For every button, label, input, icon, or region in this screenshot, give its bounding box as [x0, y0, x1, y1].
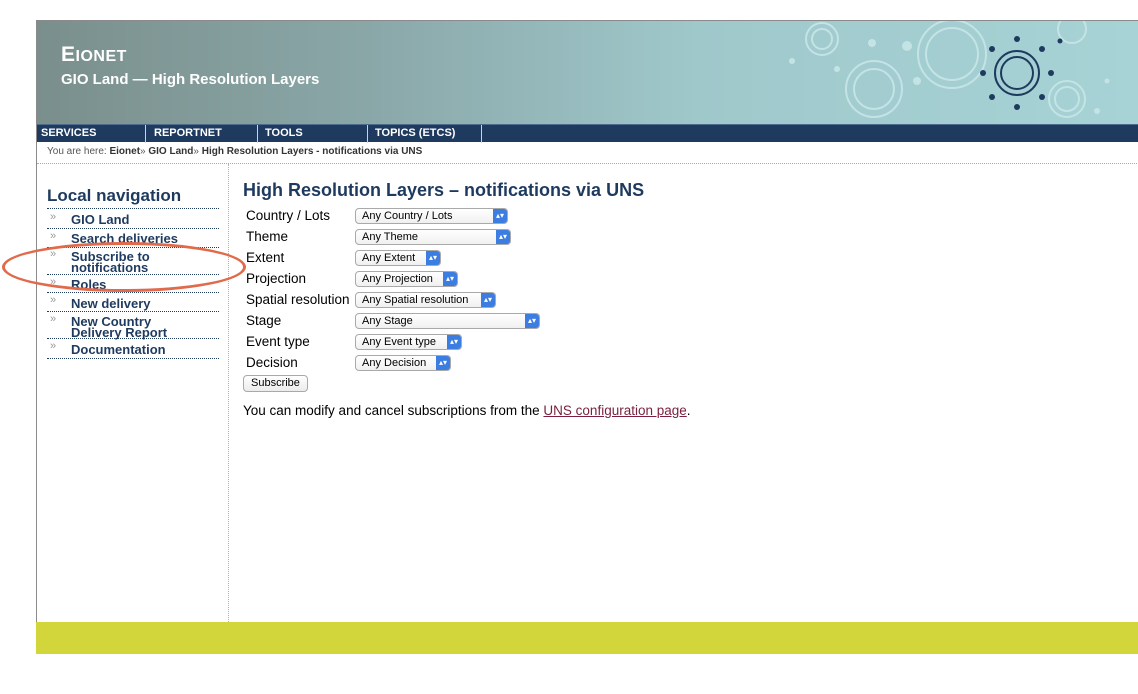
site-name-rest: IONET [75, 48, 127, 65]
chevron-updown-icon: ▴▾ [447, 335, 461, 349]
spatial-resolution-select[interactable]: Any Spatial resolution ▴▾ [355, 292, 496, 308]
breadcrumb-eionet[interactable]: Eionet [109, 146, 140, 157]
footer-bar [36, 622, 1138, 654]
select-value: Any Projection [362, 273, 433, 285]
select-value: Any Spatial resolution [362, 294, 469, 306]
event-type-select[interactable]: Any Event type ▴▾ [355, 334, 462, 350]
topnav-tools[interactable]: TOOLS [260, 125, 368, 143]
breadcrumb-separator: » [140, 146, 146, 157]
extent-label: Extent [246, 250, 285, 265]
local-navigation-title: Local navigation [47, 186, 182, 205]
left-column: Local navigation » GIO Land » Search del… [37, 164, 229, 624]
chevron-updown-icon: ▴▾ [481, 293, 495, 307]
select-value: Any Country / Lots [362, 210, 453, 222]
nav-item-label: Documentation [71, 342, 166, 357]
chevron-updown-icon: ▴▾ [493, 209, 507, 223]
theme-select[interactable]: Any Theme ▴▾ [355, 229, 511, 245]
site-name-initial: E [61, 43, 76, 66]
select-value: Any Event type [362, 336, 436, 348]
page-title: High Resolution Layers – notifications v… [243, 180, 645, 200]
breadcrumb: You are here: Eionet» GIO Land» High Res… [47, 146, 422, 157]
subscribe-button[interactable]: Subscribe [243, 375, 308, 392]
uns-configuration-link[interactable]: UNS configuration page [543, 403, 686, 418]
chevron-updown-icon: ▴▾ [436, 356, 450, 370]
select-value: Any Extent [362, 252, 416, 264]
event-type-label: Event type [246, 334, 310, 349]
banner-decoration-circles [789, 21, 1110, 118]
chevron-updown-icon: ▴▾ [525, 314, 539, 328]
top-navigation-bar: SERVICES REPORTNET TOOLS TOPICS (ETCS) [37, 124, 1138, 143]
topnav-reportnet[interactable]: REPORTNET [148, 125, 258, 143]
arrow-icon: » [50, 211, 57, 223]
nav-item-gio-land[interactable]: » GIO Land [47, 211, 219, 229]
select-value: Any Decision [362, 357, 427, 369]
nav-item-label: New delivery [71, 296, 151, 311]
highlight-ellipse [2, 242, 246, 292]
theme-label: Theme [246, 229, 289, 244]
site-title: GIO Land — High Resolution Layers [61, 71, 320, 88]
topnav-topics[interactable]: TOPICS (ETCS) [370, 125, 482, 143]
info-text: You can modify and cancel subscriptions … [243, 403, 691, 418]
select-value: Any Stage [362, 315, 413, 327]
info-suffix: . [686, 403, 691, 418]
breadcrumb-current: High Resolution Layers - notifications v… [201, 146, 423, 157]
stage-select[interactable]: Any Stage ▴▾ [355, 313, 540, 329]
decision-select[interactable]: Any Decision ▴▾ [355, 355, 451, 371]
nav-item-label-line2: Delivery Report [71, 325, 168, 340]
arrow-icon: » [50, 294, 57, 306]
site-banner: EIONET GIO Land — High Resolution Layers [37, 21, 1138, 124]
local-navigation-divider [47, 208, 219, 209]
breadcrumb-gio-land[interactable]: GIO Land [148, 146, 193, 157]
select-value: Any Theme [362, 231, 419, 243]
decision-label: Decision [246, 355, 298, 370]
arrow-icon: » [50, 230, 57, 242]
projection-select[interactable]: Any Projection ▴▾ [355, 271, 458, 287]
nav-item-label: GIO Land [71, 212, 130, 227]
nav-item-new-country-delivery-report[interactable]: » New Country Delivery Report [47, 313, 219, 339]
info-prefix: You can modify and cancel subscriptions … [243, 403, 544, 418]
spatial-resolution-label: Spatial resolution [246, 292, 350, 307]
chevron-updown-icon: ▴▾ [496, 230, 510, 244]
breadcrumb-prefix: You are here: [47, 146, 107, 157]
site-logo-text[interactable]: EIONET [61, 43, 127, 67]
extent-select[interactable]: Any Extent ▴▾ [355, 250, 441, 266]
chevron-updown-icon: ▴▾ [426, 251, 440, 265]
topnav-services[interactable]: SERVICES [37, 125, 146, 143]
projection-label: Projection [246, 271, 307, 286]
nav-item-new-delivery[interactable]: » New delivery [47, 294, 219, 312]
page-frame: EIONET GIO Land — High Resolution Layers [36, 20, 1138, 654]
chevron-updown-icon: ▴▾ [443, 272, 457, 286]
stage-label: Stage [246, 313, 282, 328]
arrow-icon: » [50, 340, 57, 352]
country-lots-select[interactable]: Any Country / Lots ▴▾ [355, 208, 508, 224]
breadcrumb-separator: » [193, 146, 199, 157]
country-lots-label: Country / Lots [246, 208, 331, 223]
arrow-icon: » [50, 313, 57, 325]
nav-item-documentation[interactable]: » Documentation [47, 340, 219, 359]
